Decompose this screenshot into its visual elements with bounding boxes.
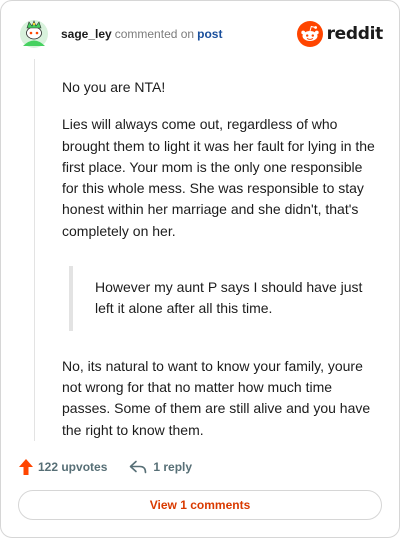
brand-wordmark: reddit — [326, 24, 384, 44]
comment-meta: sage_ley commented on post — [61, 27, 222, 41]
reddit-logo-icon — [296, 21, 323, 47]
username[interactable]: sage_ley — [61, 27, 112, 41]
action-text: commented on — [114, 27, 195, 41]
quote-text: However my aunt P says I should have jus… — [95, 279, 363, 317]
snoo-avatar-icon — [20, 20, 48, 48]
comment-quote: However my aunt P says I should have jus… — [69, 266, 382, 331]
thread-line — [34, 59, 35, 441]
avatar[interactable] — [19, 19, 49, 49]
upvote-arrow-icon — [19, 459, 33, 475]
reddit-brand[interactable]: reddit — [296, 17, 384, 51]
upvote-stat[interactable]: 122 upvotes — [19, 459, 107, 475]
comment-body: No you are NTA! Lies will always come ou… — [62, 77, 382, 441]
comment-header: sage_ley commented on post reddit — [19, 17, 383, 51]
upvote-count: 122 upvotes — [38, 460, 108, 474]
comment-footer: 122 upvotes 1 reply — [19, 457, 192, 477]
comment-card: sage_ley commented on post reddit No you a… — [0, 0, 400, 538]
comment-paragraph: Lies will always come out, regardless of… — [62, 116, 375, 239]
reply-count: 1 reply — [153, 460, 193, 474]
reply-stat[interactable]: 1 reply — [129, 460, 192, 474]
post-link[interactable]: post — [197, 27, 222, 41]
reply-arrow-icon — [130, 460, 147, 474]
comment-paragraph: No, its natural to want to know your fam… — [62, 357, 371, 438]
view-comments-button[interactable]: View 1 comments — [18, 490, 382, 520]
comment-paragraph: No you are NTA! — [62, 79, 166, 95]
